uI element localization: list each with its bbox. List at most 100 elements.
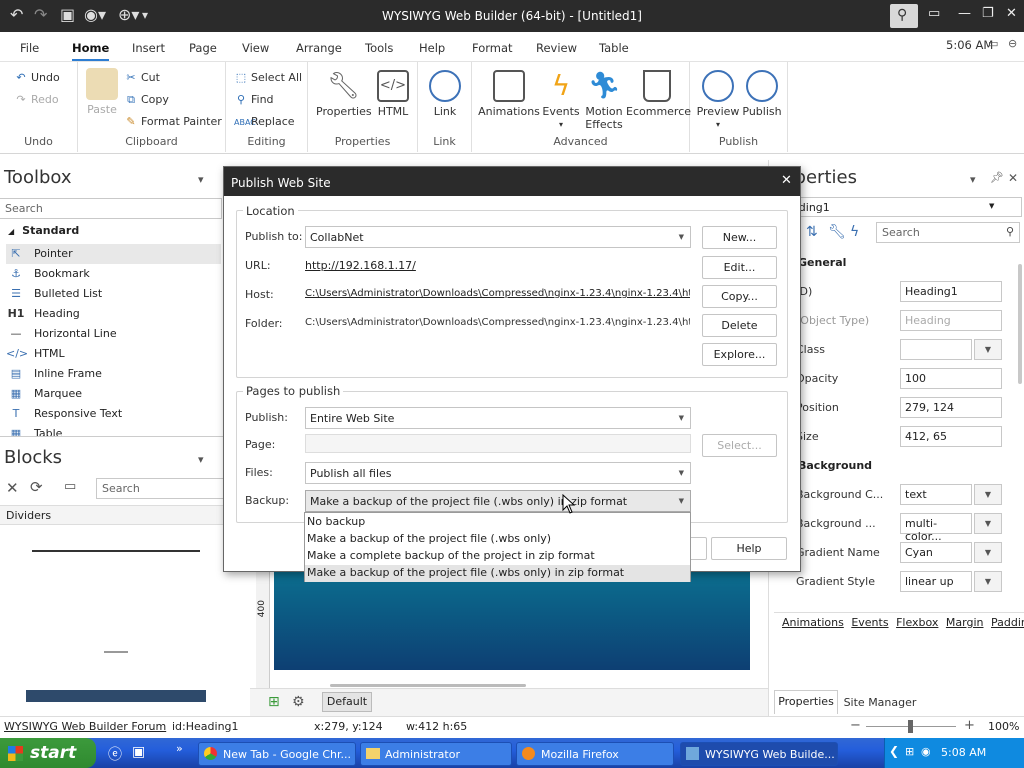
menu-page[interactable]: Page xyxy=(189,41,217,55)
dialog-close-icon[interactable]: ✕ xyxy=(781,173,792,188)
prop-gradient-style-field[interactable]: linear up xyxy=(900,571,972,592)
toolbox-item-heading[interactable]: H1 Heading xyxy=(6,304,221,324)
task-explorer[interactable]: Administrator xyxy=(360,742,512,766)
backup-option[interactable]: Make a complete backup of the project in… xyxy=(305,548,690,565)
refresh-icon[interactable]: ⟳ xyxy=(30,478,43,496)
toolbox-item-bookmark[interactable]: ⚓ Bookmark xyxy=(6,264,221,284)
tray-back-icon[interactable]: ❮ xyxy=(889,744,899,758)
new-button[interactable]: New... xyxy=(702,226,777,249)
properties-icon[interactable]: 🔧︎ xyxy=(828,224,846,240)
page-tab-default[interactable]: Default xyxy=(322,692,372,712)
collapse-ribbon-icon[interactable]: ⊖ xyxy=(1008,37,1017,50)
divider-preview-bar[interactable] xyxy=(26,690,206,702)
publish-button[interactable]: Publish xyxy=(740,70,784,118)
toolbox-item-marquee[interactable]: ▦ Marquee xyxy=(6,384,221,404)
restore-icon[interactable]: ❐ xyxy=(982,6,994,21)
backup-option[interactable]: No backup xyxy=(305,514,690,531)
add-page-icon[interactable]: ⊞ xyxy=(268,694,280,710)
toolbox-item-horizontal-line[interactable]: — Horizontal Line xyxy=(6,324,221,344)
link-button[interactable]: Link xyxy=(426,70,464,118)
url-link[interactable]: http://192.168.1.17/ xyxy=(305,259,416,272)
object-selector[interactable]: Heading1 ▼ xyxy=(776,197,1022,217)
tab-properties[interactable]: Properties xyxy=(774,690,838,714)
horizontal-scrollbar[interactable] xyxy=(330,684,526,687)
events-icon[interactable]: ϟ xyxy=(850,224,859,240)
properties-button[interactable]: 🔧︎ Properties xyxy=(316,70,372,118)
dropdown-arrow-icon[interactable]: ▼ xyxy=(974,571,1002,592)
panel-menu-icon[interactable]: ▾ xyxy=(198,173,204,186)
close-icon[interactable]: ✕ xyxy=(1008,171,1018,185)
toolbox-search-input[interactable]: Search xyxy=(0,198,222,219)
pin-icon[interactable]: 📌︎ xyxy=(990,171,1004,184)
files-select[interactable]: Publish all files ▼ xyxy=(305,462,691,484)
format-painter-button[interactable]: ✎ Format Painter xyxy=(124,115,221,128)
preview-button[interactable]: Preview ▾ xyxy=(696,70,740,131)
desktop-quicklaunch-icon[interactable]: ▣ xyxy=(132,744,145,760)
menu-help[interactable]: Help xyxy=(419,41,445,55)
prop-opacity-field[interactable]: 100 xyxy=(900,368,1002,389)
background-section[interactable]: Background xyxy=(798,459,872,472)
link-animations[interactable]: Animations xyxy=(782,616,844,629)
panel-menu-icon[interactable]: ▾ xyxy=(198,453,204,466)
prop-class-field[interactable] xyxy=(900,339,972,360)
prop-gradient-name-field[interactable]: Cyan xyxy=(900,542,972,563)
help-button[interactable]: Help xyxy=(711,537,787,560)
delete-button[interactable]: Delete xyxy=(702,314,777,337)
divider-preview-text[interactable] xyxy=(104,651,128,653)
window-layout-icon[interactable]: ▭ xyxy=(988,37,998,50)
page-settings-icon[interactable]: ⚙ xyxy=(292,694,305,710)
menu-format[interactable]: Format xyxy=(472,41,513,55)
menu-table[interactable]: Table xyxy=(599,41,629,55)
prop-size-field[interactable]: 412, 65 xyxy=(900,426,1002,447)
link-margin[interactable]: Margin xyxy=(946,616,984,629)
publish-select[interactable]: Entire Web Site ▼ xyxy=(305,407,691,429)
menu-insert[interactable]: Insert xyxy=(132,41,165,55)
backup-select[interactable]: Make a backup of the project file (.wbs … xyxy=(305,490,691,512)
prop-position-field[interactable]: 279, 124 xyxy=(900,397,1002,418)
copy-button[interactable]: Copy... xyxy=(702,285,777,308)
link-padding[interactable]: Padding xyxy=(991,616,1024,629)
ecommerce-button[interactable]: Ecommerce xyxy=(626,70,691,118)
start-button[interactable]: start xyxy=(0,738,96,768)
properties-scrollbar[interactable] xyxy=(1018,264,1022,384)
toolbox-item-bulleted-list[interactable]: ☰ Bulleted List xyxy=(6,284,221,304)
ie-quicklaunch-icon[interactable]: ⓔ xyxy=(108,744,122,764)
toolbox-item-inline-frame[interactable]: ▤ Inline Frame xyxy=(6,364,221,384)
link-flexbox[interactable]: Flexbox xyxy=(896,616,938,629)
general-section[interactable]: General xyxy=(798,256,846,269)
dropdown-arrow-icon[interactable]: ▼ xyxy=(974,513,1002,534)
close-icon[interactable]: ✕ xyxy=(1006,6,1017,21)
task-firefox[interactable]: Mozilla Firefox xyxy=(516,742,674,766)
blocks-search-input[interactable]: Search xyxy=(96,478,224,499)
link-events[interactable]: Events xyxy=(851,616,888,629)
close-icon[interactable]: ✕ xyxy=(6,479,19,497)
volume-icon[interactable]: ◉ xyxy=(921,745,931,758)
find-button[interactable]: ⚲ Find xyxy=(234,93,274,106)
dropdown-arrow-icon[interactable]: ▼ xyxy=(974,542,1002,563)
task-chrome[interactable]: New Tab - Google Chr... xyxy=(198,742,356,766)
explore-button[interactable]: Explore... xyxy=(702,343,777,366)
sort-icon[interactable]: ⇅ xyxy=(806,224,818,240)
toolbox-item-responsive-text[interactable]: T Responsive Text xyxy=(6,404,221,424)
ribbon-display-icon[interactable]: ▭ xyxy=(928,6,940,21)
menu-view[interactable]: View xyxy=(242,41,269,55)
tab-site-manager[interactable]: Site Manager xyxy=(838,692,922,714)
blocks-category[interactable]: Dividers xyxy=(0,505,248,525)
zoom-in-icon[interactable]: + xyxy=(964,718,975,733)
zoom-out-icon[interactable]: − xyxy=(850,718,861,733)
html-button[interactable]: </> HTML xyxy=(374,70,412,118)
network-icon[interactable]: ⊞ xyxy=(905,745,914,758)
dropdown-arrow-icon[interactable]: ▼ xyxy=(974,339,1002,360)
menu-arrange[interactable]: Arrange xyxy=(296,41,342,55)
animations-button[interactable]: Animations xyxy=(478,70,540,118)
toolbox-category[interactable]: ◢ Standard xyxy=(8,224,79,237)
edit-button[interactable]: Edit... xyxy=(702,256,777,279)
undo-button[interactable]: ↶ Undo xyxy=(14,71,59,84)
menu-review[interactable]: Review xyxy=(536,41,577,55)
publish-to-select[interactable]: CollabNet ▼ xyxy=(305,226,691,248)
cut-button[interactable]: ✂ Cut xyxy=(124,71,160,84)
zoom-slider-thumb[interactable] xyxy=(908,720,913,733)
select-all-button[interactable]: ⬚ Select All xyxy=(234,71,302,84)
backup-option-selected[interactable]: Make a backup of the project file (.wbs … xyxy=(305,565,690,582)
properties-search-input[interactable]: Search ⚲ xyxy=(876,222,1020,243)
